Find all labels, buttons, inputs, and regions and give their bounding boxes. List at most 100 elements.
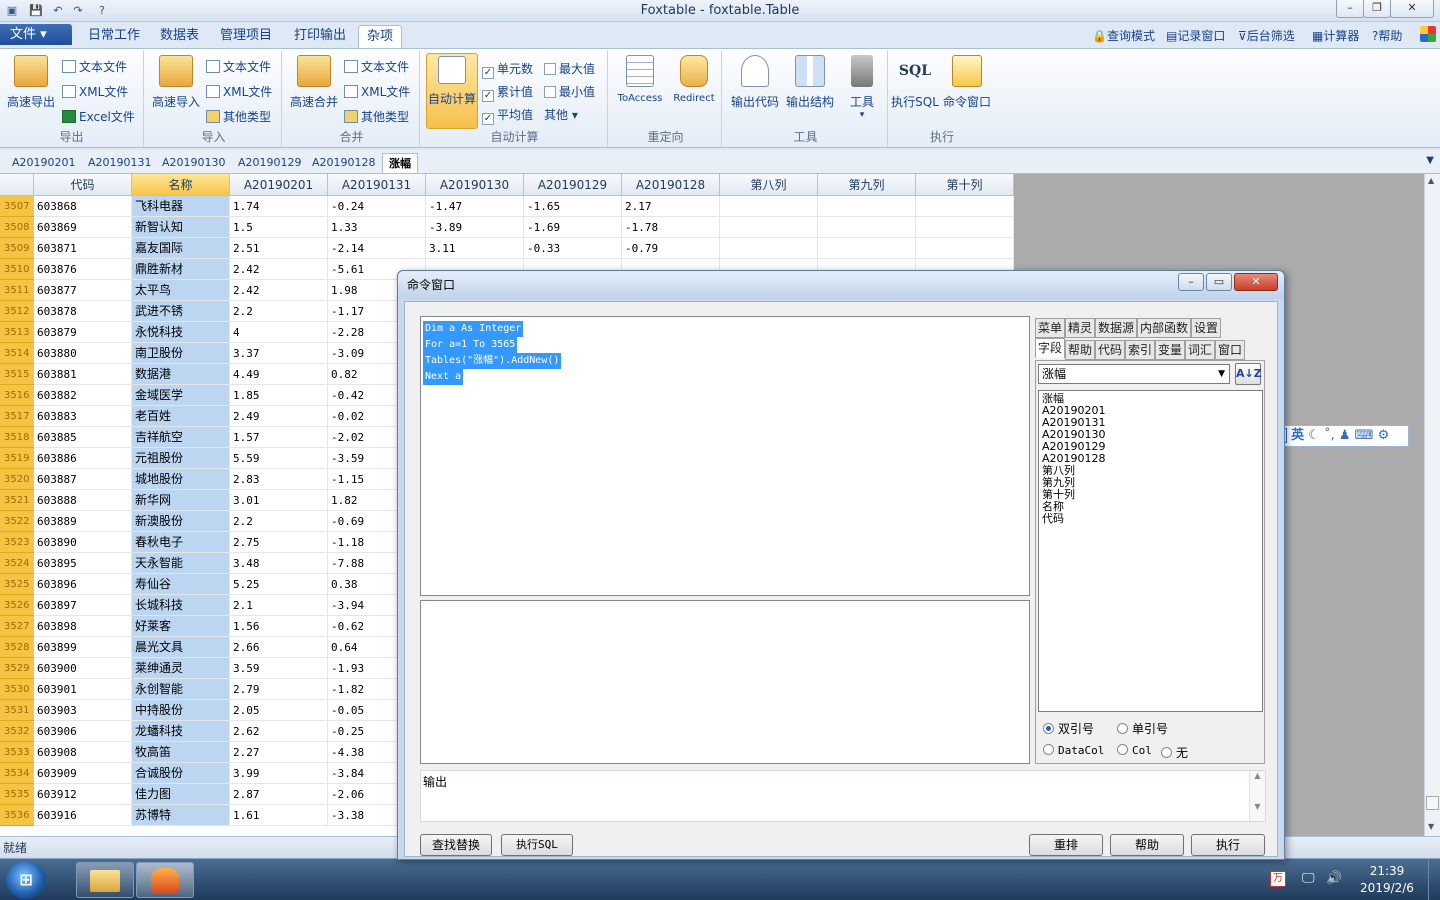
row-number[interactable]: 3535 bbox=[0, 784, 34, 805]
row-number[interactable]: 3533 bbox=[0, 742, 34, 763]
table-cell[interactable]: 5.59 bbox=[230, 448, 328, 469]
table-cell[interactable]: 2.27 bbox=[230, 742, 328, 763]
import-xml-file-button[interactable]: XML文件 bbox=[206, 82, 272, 102]
export-text-file-button[interactable]: 文本文件 bbox=[62, 57, 127, 77]
scroll-up-icon[interactable]: ▲ bbox=[1250, 771, 1265, 780]
column-header[interactable]: 第八列 bbox=[720, 174, 818, 196]
table-cell[interactable]: 永悦科技 bbox=[132, 322, 230, 343]
table-cell[interactable]: 2.79 bbox=[230, 679, 328, 700]
field-item[interactable]: 第十列 bbox=[1042, 489, 1259, 501]
panel-tab-settings[interactable]: 设置 bbox=[1191, 318, 1222, 338]
table-cell[interactable]: 2.83 bbox=[230, 469, 328, 490]
row-number[interactable]: 3508 bbox=[0, 217, 34, 238]
table-cell[interactable]: 吉祥航空 bbox=[132, 427, 230, 448]
query-mode-link[interactable]: 🔒查询模式 bbox=[1092, 27, 1155, 44]
start-button[interactable]: ⊞ bbox=[6, 861, 46, 899]
table-cell[interactable]: 城地股份 bbox=[132, 469, 230, 490]
field-item[interactable]: 名称 bbox=[1042, 501, 1259, 513]
maximize-button[interactable]: ❐ bbox=[1363, 0, 1391, 18]
row-number[interactable]: 3531 bbox=[0, 700, 34, 721]
calculator-link[interactable]: ▦计算器 bbox=[1312, 27, 1359, 44]
row-number[interactable]: 3524 bbox=[0, 553, 34, 574]
merge-text-file-button[interactable]: 文本文件 bbox=[344, 57, 409, 77]
table-cell[interactable]: 武进不锈 bbox=[132, 301, 230, 322]
max-value-checkbox[interactable]: 最大值 bbox=[544, 59, 595, 79]
table-cell[interactable]: 603901 bbox=[34, 679, 132, 700]
table-cell[interactable]: -3.89 bbox=[426, 217, 524, 238]
row-number[interactable]: 3520 bbox=[0, 469, 34, 490]
panel-tab-fields[interactable]: 字段 bbox=[1035, 338, 1066, 358]
table-cell[interactable]: 寿仙谷 bbox=[132, 574, 230, 595]
table-cell[interactable]: 603876 bbox=[34, 259, 132, 280]
panel-tab-index[interactable]: 索引 bbox=[1125, 340, 1156, 360]
row-number[interactable]: 3525 bbox=[0, 574, 34, 595]
row-number[interactable]: 3511 bbox=[0, 280, 34, 301]
row-number[interactable]: 3512 bbox=[0, 301, 34, 322]
col-radio[interactable]: Col bbox=[1117, 744, 1152, 757]
table-cell[interactable]: -1.65 bbox=[524, 196, 622, 217]
panel-tab-wizard[interactable]: 精灵 bbox=[1065, 318, 1096, 338]
field-item[interactable]: 代码 bbox=[1042, 513, 1259, 525]
row-number[interactable]: 3514 bbox=[0, 343, 34, 364]
column-header[interactable]: 名称 bbox=[132, 174, 230, 196]
table-cell[interactable]: 603878 bbox=[34, 301, 132, 322]
reset-button[interactable]: 重排 bbox=[1029, 834, 1103, 856]
sheet-tab-a20190129[interactable]: A20190129 bbox=[238, 153, 302, 173]
none-radio[interactable]: 无 bbox=[1161, 744, 1188, 761]
table-cell[interactable]: 2.51 bbox=[230, 238, 328, 259]
column-header[interactable]: 第十列 bbox=[916, 174, 1014, 196]
column-header[interactable]: A20190131 bbox=[328, 174, 426, 196]
table-cell[interactable]: -1.69 bbox=[524, 217, 622, 238]
table-cell[interactable]: 603889 bbox=[34, 511, 132, 532]
code-editor[interactable]: Dim a As Integer For a=1 To 3565 Tables(… bbox=[420, 316, 1030, 596]
table-cell[interactable]: 2.75 bbox=[230, 532, 328, 553]
output-box[interactable]: 输出 ▲ ▼ bbox=[420, 770, 1266, 822]
panel-tab-datasource[interactable]: 数据源 bbox=[1095, 318, 1138, 338]
sheet-tab-a20190201[interactable]: A20190201 bbox=[12, 153, 76, 173]
table-cell[interactable]: 603908 bbox=[34, 742, 132, 763]
row-number[interactable]: 3509 bbox=[0, 238, 34, 259]
background-filter-link[interactable]: ⊽后台筛选 bbox=[1238, 27, 1295, 44]
table-cell[interactable]: 4 bbox=[230, 322, 328, 343]
table-cell[interactable]: 3.59 bbox=[230, 658, 328, 679]
taskbar-explorer[interactable] bbox=[76, 862, 134, 898]
file-menu-button[interactable]: 文件 ▾ bbox=[0, 24, 72, 45]
punctuation-icon[interactable]: ˚, bbox=[1324, 428, 1335, 443]
table-cell[interactable]: 603887 bbox=[34, 469, 132, 490]
table-cell[interactable] bbox=[916, 217, 1014, 238]
import-other-type-button[interactable]: 其他类型 bbox=[206, 107, 271, 127]
table-cell[interactable]: 3.48 bbox=[230, 553, 328, 574]
table-select[interactable]: 涨幅 ▼ bbox=[1038, 364, 1230, 384]
cells-count-checkbox[interactable]: ✓ 单元数 bbox=[482, 59, 533, 79]
table-cell[interactable]: 603898 bbox=[34, 616, 132, 637]
table-cell[interactable]: 长城科技 bbox=[132, 595, 230, 616]
table-cell[interactable]: 嘉友国际 bbox=[132, 238, 230, 259]
table-cell[interactable]: 2.49 bbox=[230, 406, 328, 427]
table-cell[interactable]: 603885 bbox=[34, 427, 132, 448]
row-number[interactable]: 3529 bbox=[0, 658, 34, 679]
table-cell[interactable]: 苏博特 bbox=[132, 805, 230, 826]
table-cell[interactable]: 龙蟠科技 bbox=[132, 721, 230, 742]
table-cell[interactable]: 2.2 bbox=[230, 511, 328, 532]
fast-import-button[interactable]: 高速导入 bbox=[148, 55, 204, 110]
other-calc-dropdown[interactable]: 其他 ▾ bbox=[544, 105, 578, 125]
min-value-checkbox[interactable]: 最小值 bbox=[544, 82, 595, 102]
show-desktop-button[interactable] bbox=[1428, 859, 1440, 900]
table-cell[interactable] bbox=[818, 196, 916, 217]
table-row[interactable]: 3508 603869 新智认知 1.5 1.33 -3.89 -1.69 -1.78 bbox=[0, 217, 1014, 238]
table-cell[interactable]: -0.33 bbox=[524, 238, 622, 259]
column-header[interactable]: 第九列 bbox=[818, 174, 916, 196]
ime-toolbar[interactable]: 万 英 ☾ ˚, ♟ ⌨ ⚙ bbox=[1267, 425, 1409, 447]
panel-tab-builtin-functions[interactable]: 内部函数 bbox=[1137, 318, 1192, 338]
table-cell[interactable]: 合诚股份 bbox=[132, 763, 230, 784]
table-cell[interactable]: 603879 bbox=[34, 322, 132, 343]
table-cell[interactable]: 晨光文具 bbox=[132, 637, 230, 658]
table-cell[interactable]: 603886 bbox=[34, 448, 132, 469]
table-cell[interactable]: 2.05 bbox=[230, 700, 328, 721]
table-cell[interactable]: 2.42 bbox=[230, 259, 328, 280]
row-number[interactable]: 3526 bbox=[0, 595, 34, 616]
panel-tab-help[interactable]: 帮助 bbox=[1065, 340, 1096, 360]
table-row[interactable]: 3507 603868 飞科电器 1.74 -0.24 -1.47 -1.65 2.17 bbox=[0, 196, 1014, 217]
table-cell[interactable]: 1.61 bbox=[230, 805, 328, 826]
volume-icon[interactable]: 🔊 bbox=[1326, 871, 1342, 886]
